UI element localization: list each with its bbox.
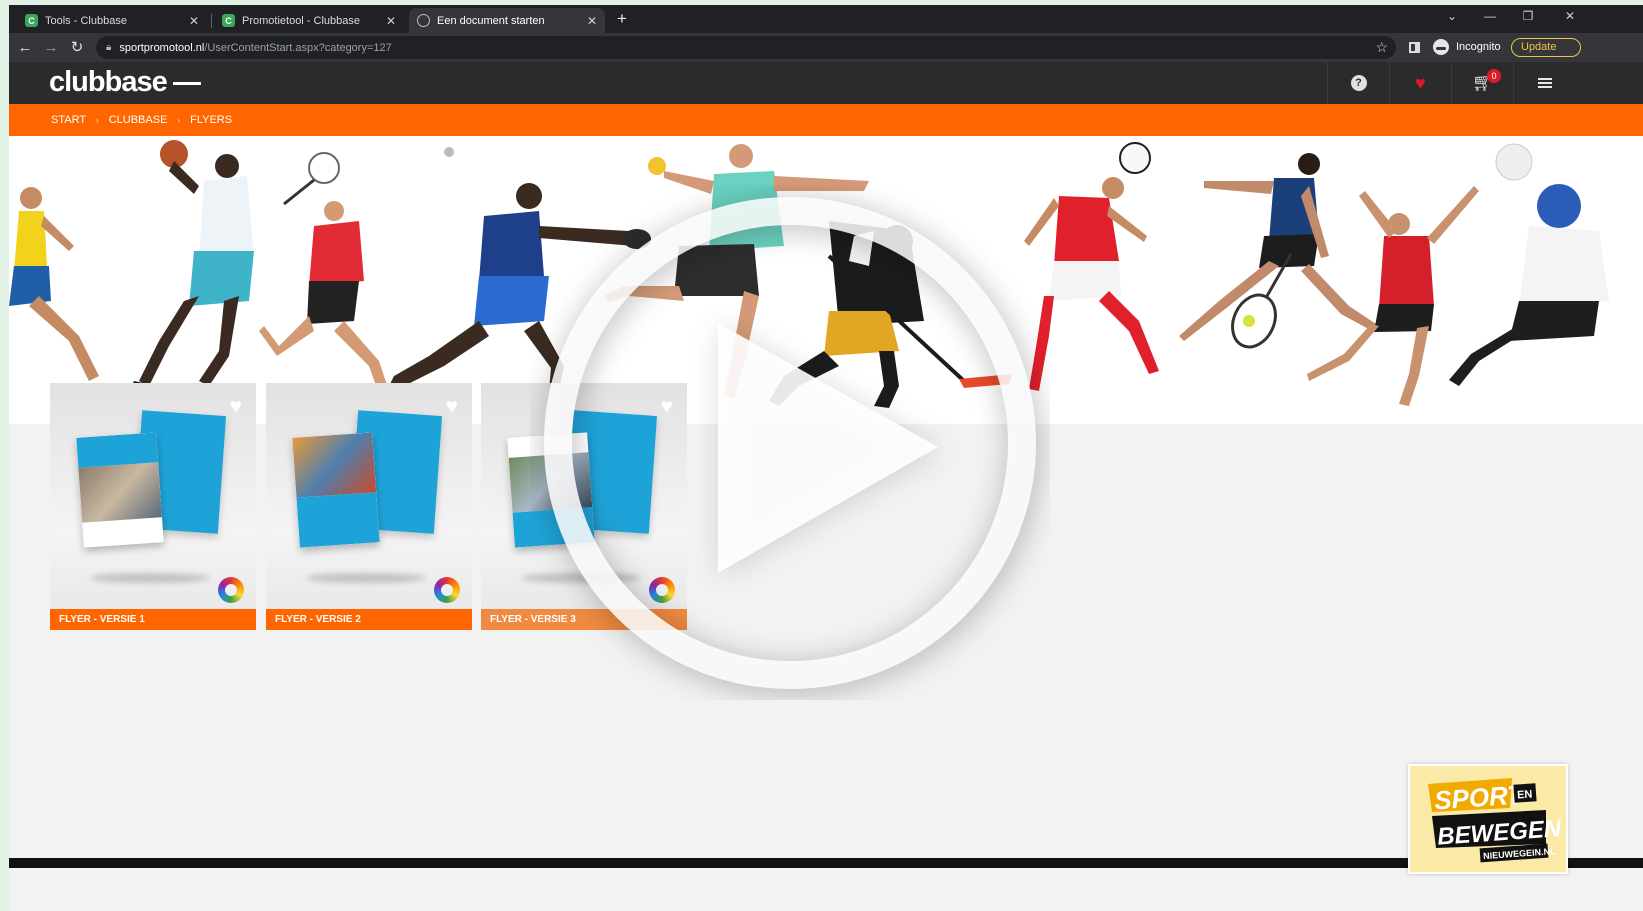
- forward-arrow-icon[interactable]: →: [41, 37, 61, 57]
- watermark-sport: SPORT: [1433, 779, 1526, 815]
- tab-divider: [211, 14, 212, 28]
- video-play-icon[interactable]: [530, 185, 1050, 700]
- address-bar[interactable]: 🔒︎ sportpromotool.nl /UserContentStart.a…: [96, 36, 1396, 59]
- flyer-preview-front: [292, 432, 380, 548]
- volleyball-player-figure: [1307, 143, 1533, 406]
- close-icon[interactable]: ✕: [189, 14, 199, 28]
- back-arrow-icon[interactable]: ←: [15, 37, 35, 57]
- breadcrumb-flyers[interactable]: FLYERS: [190, 114, 232, 126]
- clubbase-logo[interactable]: clubbase: [49, 66, 201, 99]
- page-footer-bar: [9, 858, 1643, 868]
- tab-strip: C Tools - Clubbase ✕ C Promotietool - Cl…: [9, 5, 1643, 33]
- breadcrumb: START › CLUBBASE › FLYERS: [9, 104, 1643, 136]
- close-icon[interactable]: ✕: [587, 14, 597, 28]
- breadcrumb-clubbase[interactable]: CLUBBASE: [109, 114, 168, 126]
- tab-title: Tools - Clubbase: [45, 14, 127, 27]
- hamburger-icon: [1537, 82, 1552, 84]
- breadcrumb-separator-icon: ›: [177, 115, 181, 125]
- cart-button[interactable]: 🛒︎ 0: [1451, 62, 1513, 104]
- favorites-button[interactable]: ♥: [1389, 62, 1451, 104]
- card-label[interactable]: FLYER - VERSIE 2: [266, 609, 472, 630]
- card-label[interactable]: FLYER - VERSIE 1: [50, 609, 256, 630]
- update-button[interactable]: Update: [1511, 38, 1581, 57]
- color-wheel-icon[interactable]: [218, 577, 244, 603]
- basketball-player-figure: [129, 140, 254, 394]
- question-icon: ?: [1350, 75, 1367, 91]
- url-path: /UserContentStart.aspx?category=127: [204, 41, 392, 54]
- incognito-indicator[interactable]: Incognito: [1433, 39, 1501, 55]
- tennis-player-figure: [1179, 153, 1379, 349]
- tab-search-icon[interactable]: ⌄: [1443, 9, 1461, 23]
- watermark-en: EN: [1517, 788, 1533, 801]
- flyer-preview-front: [76, 432, 164, 548]
- badminton-player-figure: [259, 147, 454, 394]
- football-player-figure: [1449, 184, 1609, 386]
- menu-button[interactable]: [1513, 62, 1575, 104]
- watermark-logo-graphic: SPORT EN BEWEGEN NIEUWEGEIN.NL: [1428, 778, 1563, 863]
- restore-icon[interactable]: ❐: [1519, 9, 1537, 23]
- help-button[interactable]: ?: [1327, 62, 1389, 104]
- cart-count-badge: 0: [1487, 69, 1501, 83]
- breadcrumb-start[interactable]: START: [51, 114, 86, 126]
- flyer-card-versie-2[interactable]: ♥ FLYER - VERSIE 2: [266, 383, 472, 630]
- side-panel-icon[interactable]: [1409, 42, 1420, 53]
- sport-en-bewegen-logo: SPORT EN BEWEGEN NIEUWEGEIN.NL: [1408, 764, 1568, 874]
- site-header: clubbase ? ♥ 🛒︎ 0: [9, 62, 1643, 104]
- reload-icon[interactable]: ↻: [67, 37, 87, 57]
- heart-icon: ♥: [1415, 72, 1426, 93]
- tab-een-document-starten[interactable]: Een document starten ✕: [409, 8, 605, 33]
- heart-icon[interactable]: ♥: [446, 395, 458, 419]
- clubbase-favicon-icon: C: [25, 14, 38, 27]
- breadcrumb-separator-icon: ›: [96, 115, 99, 125]
- close-window-icon[interactable]: ✕: [1561, 9, 1579, 23]
- incognito-icon: [1433, 39, 1449, 55]
- tab-promotietool-clubbase[interactable]: C Promotietool - Clubbase ✕: [214, 8, 404, 33]
- color-wheel-icon[interactable]: [434, 577, 460, 603]
- browser-toolbar: ← → ↻ 🔒︎ sportpromotool.nl /UserContentS…: [9, 33, 1643, 62]
- globe-icon: [417, 14, 430, 27]
- minimize-icon[interactable]: —: [1481, 9, 1499, 23]
- runner-figure: [9, 187, 99, 381]
- heart-icon[interactable]: ♥: [230, 395, 242, 419]
- close-icon[interactable]: ✕: [386, 14, 396, 28]
- flyer-card-versie-1[interactable]: ♥ FLYER - VERSIE 1: [50, 383, 256, 630]
- url-host: sportpromotool.nl: [119, 41, 205, 54]
- tab-title: Een document starten: [437, 14, 545, 27]
- card-shadow: [306, 573, 426, 583]
- tab-tools-clubbase[interactable]: C Tools - Clubbase ✕: [17, 8, 207, 33]
- card-shadow: [90, 573, 210, 583]
- incognito-label: Incognito: [1456, 41, 1501, 53]
- logo-dash: [172, 81, 201, 85]
- lock-icon: 🔒︎: [106, 42, 112, 53]
- new-tab-button[interactable]: +: [611, 9, 633, 29]
- tab-title: Promotietool - Clubbase: [242, 14, 361, 27]
- logo-text: clubbase: [49, 66, 168, 98]
- bookmark-star-icon[interactable]: ☆: [1375, 39, 1388, 56]
- clubbase-favicon-icon: C: [222, 14, 235, 27]
